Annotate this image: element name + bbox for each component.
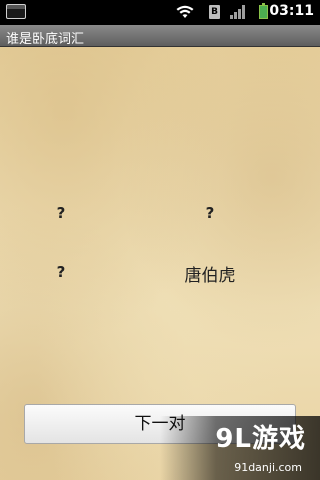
status-bar: B 03:11 (0, 0, 320, 25)
battery-icon (259, 3, 268, 19)
site-watermark: 9L游戏 91danji.com (160, 416, 320, 480)
app-title: 谁是卧底词汇 (6, 32, 85, 47)
status-time: 03:11 (269, 3, 314, 19)
word-slot-4[interactable]: 唐伯虎 (172, 261, 248, 286)
word-slot-1[interactable]: ? (54, 204, 68, 222)
sim-icon: B (209, 5, 220, 19)
screenshot-icon (6, 4, 26, 19)
watermark-logo: 9L游戏 (215, 424, 306, 454)
word-slot-2[interactable]: ? (203, 204, 217, 222)
word-slot-3[interactable]: ? (54, 263, 68, 281)
watermark-url: 91danji.com (234, 461, 302, 474)
title-bar: 谁是卧底词汇 (0, 25, 320, 47)
signal-icon (230, 5, 245, 19)
wifi-icon (176, 5, 194, 18)
